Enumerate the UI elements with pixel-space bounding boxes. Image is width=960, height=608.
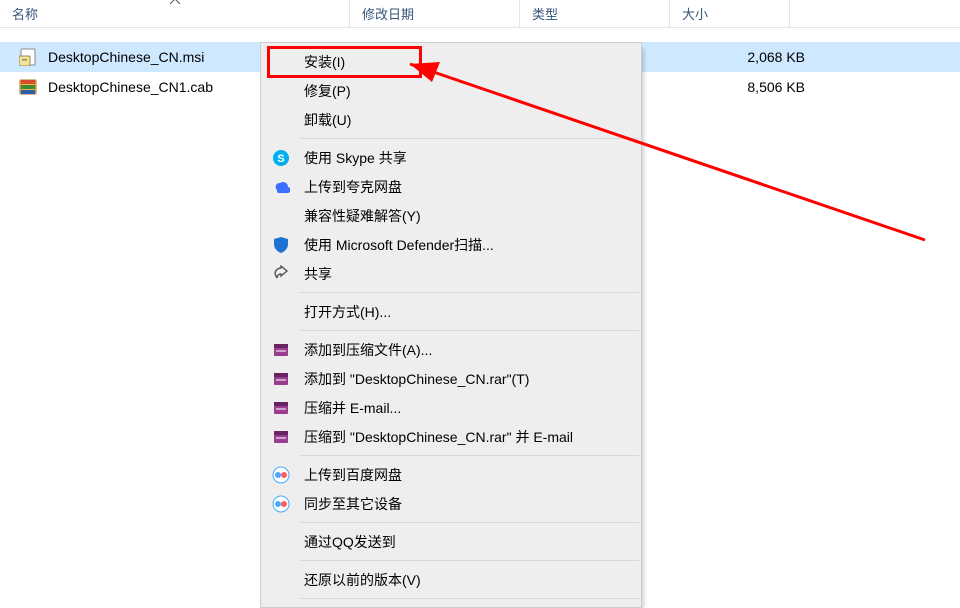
menu-item-label: 添加到 "DesktopChinese_CN.rar"(T)	[304, 369, 529, 389]
menu-item-label: 压缩到 "DesktopChinese_CN.rar" 并 E-mail	[304, 427, 573, 447]
menu-item-compat-troubleshoot[interactable]: 兼容性疑难解答(Y)	[262, 201, 640, 230]
menu-item-quark-upload[interactable]: 上传到夸克网盘	[262, 172, 640, 201]
menu-item-rar-email[interactable]: 压缩并 E-mail...	[262, 393, 640, 422]
menu-item-label: 使用 Microsoft Defender扫描...	[304, 235, 494, 255]
svg-text:S: S	[277, 153, 284, 165]
menu-item-defender-scan[interactable]: 使用 Microsoft Defender扫描...	[262, 230, 640, 259]
column-header-date[interactable]: 修改日期	[350, 0, 520, 28]
column-header-name-label: 名称	[12, 4, 38, 23]
menu-item-open-with[interactable]: 打开方式(H)...	[262, 297, 640, 326]
menu-item-rar-add[interactable]: 添加到压缩文件(A)...	[262, 335, 640, 364]
share-icon	[271, 264, 291, 284]
column-header-name[interactable]: 名称	[0, 0, 350, 28]
quark-cloud-icon	[271, 177, 291, 197]
menu-separator	[300, 138, 639, 139]
baidu-netdisk-icon	[271, 494, 291, 514]
column-header-date-label: 修改日期	[362, 4, 414, 23]
menu-item-label: 同步至其它设备	[304, 494, 402, 514]
menu-item-label: 通过QQ发送到	[304, 532, 396, 552]
menu-item-label: 兼容性疑难解答(Y)	[304, 206, 421, 226]
shield-icon	[271, 235, 291, 255]
file-size: 8,506 KB	[670, 79, 815, 95]
sort-indicator-icon	[170, 0, 180, 5]
skype-icon: S	[271, 148, 291, 168]
menu-item-label: 上传到夸克网盘	[304, 177, 402, 197]
menu-item-skype-share[interactable]: S 使用 Skype 共享	[262, 143, 640, 172]
menu-item-label: 压缩并 E-mail...	[304, 398, 401, 418]
menu-separator	[300, 560, 639, 561]
file-size: 2,068 KB	[670, 49, 815, 65]
menu-item-label: 使用 Skype 共享	[304, 148, 407, 168]
column-header-type[interactable]: 类型	[520, 0, 670, 28]
menu-item-uninstall[interactable]: 卸载(U)	[262, 105, 640, 134]
msi-installer-icon	[18, 47, 38, 67]
menu-item-baidu-sync[interactable]: 同步至其它设备	[262, 489, 640, 518]
baidu-netdisk-icon	[271, 465, 291, 485]
menu-item-label: 卸载(U)	[304, 110, 351, 130]
menu-separator	[300, 522, 639, 523]
winrar-icon	[271, 340, 291, 360]
menu-item-label: 添加到压缩文件(A)...	[304, 340, 432, 360]
column-header-type-label: 类型	[532, 4, 558, 23]
menu-item-label: 还原以前的版本(V)	[304, 570, 421, 590]
menu-separator	[300, 292, 639, 293]
menu-item-label: 上传到百度网盘	[304, 465, 402, 485]
menu-item-rar-named-email[interactable]: 压缩到 "DesktopChinese_CN.rar" 并 E-mail	[262, 422, 640, 451]
column-header-size-label: 大小	[682, 4, 708, 23]
menu-item-repair[interactable]: 修复(P)	[262, 76, 640, 105]
menu-item-label: 修复(P)	[304, 81, 351, 101]
menu-separator	[300, 598, 639, 599]
menu-separator	[300, 455, 639, 456]
menu-item-baidu-upload[interactable]: 上传到百度网盘	[262, 460, 640, 489]
column-header-row: 名称 修改日期 类型 大小	[0, 0, 960, 28]
menu-item-label: 打开方式(H)...	[304, 302, 391, 322]
winrar-icon	[271, 398, 291, 418]
winrar-icon	[271, 427, 291, 447]
context-menu: 安装(I) 修复(P) 卸载(U) S 使用 Skype 共享 上传到夸克网盘 …	[260, 42, 642, 608]
column-header-size[interactable]: 大小	[670, 0, 790, 28]
menu-item-label: 共享	[304, 264, 332, 284]
menu-item-share[interactable]: 共享	[262, 259, 640, 288]
menu-item-label: 安装(I)	[304, 52, 345, 72]
menu-item-qq-send[interactable]: 通过QQ发送到	[262, 527, 640, 556]
menu-item-restore-previous[interactable]: 还原以前的版本(V)	[262, 565, 640, 594]
menu-item-rar-add-named[interactable]: 添加到 "DesktopChinese_CN.rar"(T)	[262, 364, 640, 393]
archive-cab-icon	[18, 77, 38, 97]
menu-item-install[interactable]: 安装(I)	[262, 47, 640, 76]
menu-separator	[300, 330, 639, 331]
winrar-icon	[271, 369, 291, 389]
